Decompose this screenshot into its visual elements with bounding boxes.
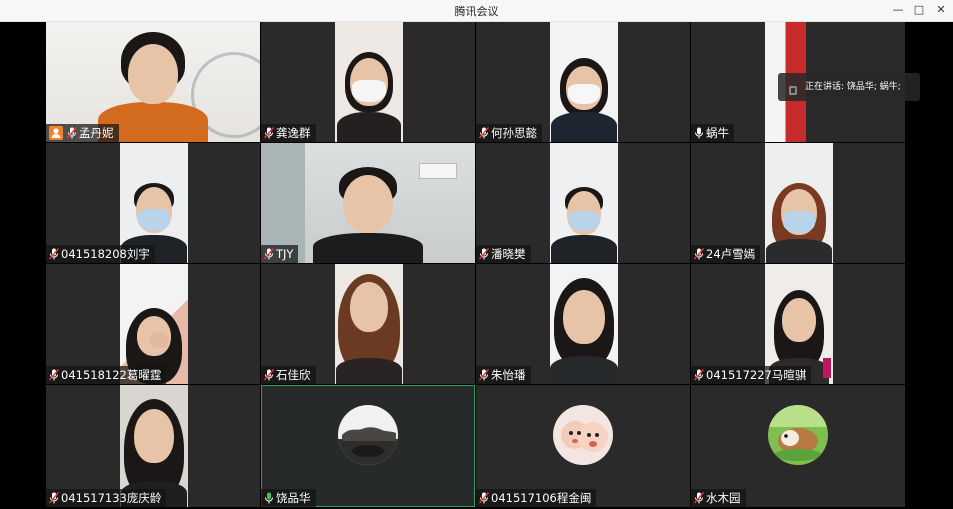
muted-mic-icon [694,369,704,381]
participant-name-bar: 041517133庞庆龄 [46,489,167,507]
participant-name: 041517133庞庆龄 [61,491,162,505]
close-button[interactable]: ✕ [932,2,950,18]
video-feed [765,143,833,263]
participant-name-bar: 石佳欣 [261,366,316,384]
participant-tile[interactable]: 朱怡璠 [476,264,690,384]
participant-name-bar: 何孙思懿 [476,124,542,142]
muted-mic-icon [694,492,704,504]
video-feed [335,22,403,142]
participant-tile[interactable]: 041518208刘宇 [46,143,260,263]
video-feed [550,143,618,263]
muted-mic-icon [479,492,489,504]
participant-name-bar: 龚逸群 [261,124,316,142]
muted-mic-icon [479,248,489,260]
participant-name-bar: 041518208刘宇 [46,245,155,263]
participant-tile[interactable]: 潘晓樊 [476,143,690,263]
participant-name: 041518208刘宇 [61,247,150,261]
participant-name-bar: 水木园 [691,489,746,507]
participant-tile[interactable]: 041517133庞庆龄 [46,385,260,507]
participant-tile[interactable]: 何孙思懿 [476,22,690,142]
participant-tile[interactable]: 石佳欣 [261,264,475,384]
participant-name-bar: TJY [261,245,299,263]
participant-name-bar: 24卢雪嫣 [691,245,761,263]
participant-name: 蜗牛 [706,126,729,140]
muted-mic-icon [264,127,274,139]
mic-icon [694,127,704,139]
muted-mic-icon [479,369,489,381]
participant-name: 水木园 [706,491,741,505]
speaker-icon [787,81,799,95]
minimize-button[interactable]: — [889,2,907,18]
participant-tile[interactable]: 24卢雪嫣 [691,143,905,263]
child-avatar [553,405,613,465]
muted-mic-icon [694,248,704,260]
muted-mic-icon [264,248,274,260]
participant-name: 何孙思懿 [491,126,537,140]
participant-name-bar: 041517106程金闽 [476,489,597,507]
participant-name-bar: 朱怡璠 [476,366,531,384]
participant-name: 饶品华 [276,491,311,505]
participant-tile-active-speaker[interactable]: 饶品华 [261,385,475,507]
participant-name: 041517227马暄骐 [706,368,807,382]
participant-tile[interactable]: 041517227马暄骐 [691,264,905,384]
video-feed [550,264,618,384]
participant-name: 041518122葛曜霆 [61,368,162,382]
participant-tile[interactable]: TJY [261,143,475,263]
muted-mic-icon [49,492,59,504]
window-title: 腾讯会议 [454,5,499,18]
participant-name: 石佳欣 [276,368,311,382]
participant-name: 24卢雪嫣 [706,247,756,261]
participant-tile[interactable]: 水木园 [691,385,905,507]
muted-mic-icon [264,369,274,381]
speaking-indicator: 正在讲话: 饶品华; 蜗牛; [778,73,920,101]
muted-mic-icon [67,127,77,139]
participant-name: 潘晓樊 [491,247,526,261]
muted-mic-icon [49,369,59,381]
video-feed [550,22,618,142]
guinea-pig-avatar [768,405,828,465]
participant-name-bar: 041518122葛曜霆 [46,366,167,384]
video-grid: 孟丹妮 龚逸群 何孙思懿 蜗牛 041518208刘宇 TJY 潘晓樊 24卢雪… [46,22,906,509]
participant-name: TJY [276,247,294,261]
participant-tile[interactable]: 041517106程金闽 [476,385,690,507]
title-bar: 腾讯会议 — □ ✕ [0,0,953,22]
participant-name-bar: 饶品华 [261,489,316,507]
participant-name-bar: 041517227马暄骐 [691,366,812,384]
maximize-button[interactable]: □ [910,2,928,18]
speaking-mic-icon [264,492,274,504]
participant-name-bar: 蜗牛 [691,124,734,142]
participant-name: 朱怡璠 [491,368,526,382]
participant-name: 041517106程金闽 [491,491,592,505]
participant-name-bar: 孟丹妮 [46,124,119,142]
participant-tile[interactable]: 孟丹妮 [46,22,260,142]
muted-mic-icon [49,248,59,260]
muted-mic-icon [479,127,489,139]
participant-name: 龚逸群 [276,126,311,140]
participant-name-bar: 潘晓樊 [476,245,531,263]
participant-tile[interactable]: 龚逸群 [261,22,475,142]
video-feed [335,264,403,384]
participant-tile[interactable]: 041518122葛曜霆 [46,264,260,384]
host-icon [49,126,63,140]
participant-name: 孟丹妮 [79,126,114,140]
landscape-avatar [338,405,398,465]
speaking-indicator-text: 正在讲话: 饶品华; 蜗牛; [805,82,901,92]
